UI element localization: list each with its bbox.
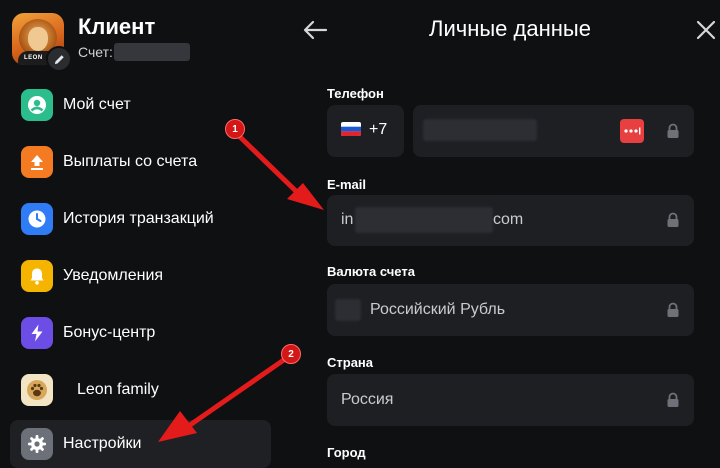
annotation-marker-2: 2 bbox=[281, 344, 301, 364]
annotation-overlay bbox=[158, 131, 324, 442]
annotation-arrow-2 bbox=[158, 354, 291, 442]
annotation-arrow-1 bbox=[234, 131, 324, 210]
annotation-marker-1: 1 bbox=[225, 119, 245, 139]
